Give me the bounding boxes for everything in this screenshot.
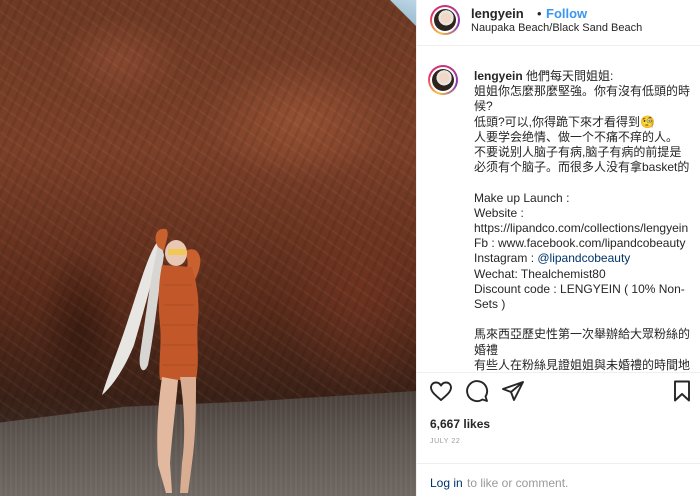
- comment-bar: Log in to like or comment.: [417, 463, 700, 497]
- caption-scroll-area[interactable]: lengyein 他們每天問姐姐: 姐姐你怎麼那麼堅強。你有沒有低頭的時 候? …: [417, 46, 700, 372]
- caption-line: 低頭?可以,你得跪下來才看得到🧐: [474, 114, 655, 129]
- share-arrow-icon[interactable]: [501, 379, 525, 403]
- caption-line: 馬來西亞歷史性第一次舉辦給大眾粉絲的: [474, 327, 691, 342]
- post-side-panel: lengyein • Follow Naupaka Beach/Black Sa…: [416, 0, 700, 496]
- caption-line: Instagram :: [474, 251, 538, 266]
- login-prompt-text: to like or comment.: [467, 476, 569, 490]
- caption-line: 婚禮: [474, 342, 499, 357]
- caption-line: 人要学会绝情、做一个不痛不痒的人。: [474, 129, 679, 144]
- caption-link[interactable]: https://lipandco.com/collections/lengyei…: [474, 221, 696, 236]
- header-username[interactable]: lengyein: [471, 6, 524, 21]
- caption-username[interactable]: lengyein: [474, 69, 523, 83]
- caption-line: Website :: [474, 205, 524, 220]
- caption-line: Make up Launch :: [474, 190, 570, 205]
- woman-figure: [102, 228, 201, 493]
- caption-gap: [474, 312, 696, 327]
- location-link[interactable]: Naupaka Beach/Black Sand Beach: [471, 22, 642, 34]
- post-header: lengyein • Follow Naupaka Beach/Black Sa…: [417, 0, 700, 46]
- caption-line: Fb : www.facebook.com/lipandcobeauty: [474, 236, 686, 251]
- caption-avatar[interactable]: [428, 65, 458, 95]
- post-actions: 6,667 likes JULY 22 Log in to like or co…: [417, 372, 700, 496]
- caption-line: 他們每天問姐姐:: [526, 69, 614, 83]
- login-link[interactable]: Log in: [430, 476, 463, 490]
- heart-icon[interactable]: [429, 379, 453, 403]
- caption-gap: [474, 175, 696, 190]
- instagram-mention-link[interactable]: @lipandcobeauty: [537, 251, 630, 265]
- header-separator: •: [537, 6, 542, 21]
- post-date[interactable]: JULY 22: [430, 438, 460, 445]
- caption-line: 有些人在粉絲見證姐姐與未婚禮的時間地: [474, 357, 691, 372]
- header-avatar[interactable]: [430, 5, 460, 35]
- caption-line: Wechat: Thealchemist80: [474, 266, 606, 281]
- caption-line: Discount code : LENGYEIN ( 10% Non-: [474, 281, 685, 296]
- post-photo[interactable]: [0, 0, 416, 496]
- follow-button[interactable]: Follow: [546, 6, 587, 21]
- caption-line: 不要说别人脑子有病,脑子有病的前提是: [474, 145, 682, 160]
- caption-line: 必须有个脑子。而很多人没有拿basket的: [474, 160, 690, 175]
- likes-count[interactable]: 6,667 likes: [430, 417, 490, 431]
- caption-line: 候?: [474, 99, 493, 114]
- caption-text: lengyein 他們每天問姐姐: 姐姐你怎麼那麼堅強。你有沒有低頭的時 候? …: [474, 69, 696, 372]
- caption-line: Sets ): [474, 297, 506, 312]
- caption-line: 姐姐你怎麼那麼堅強。你有沒有低頭的時: [474, 84, 691, 99]
- bookmark-icon[interactable]: [670, 379, 694, 403]
- comment-bubble-icon[interactable]: [465, 379, 489, 403]
